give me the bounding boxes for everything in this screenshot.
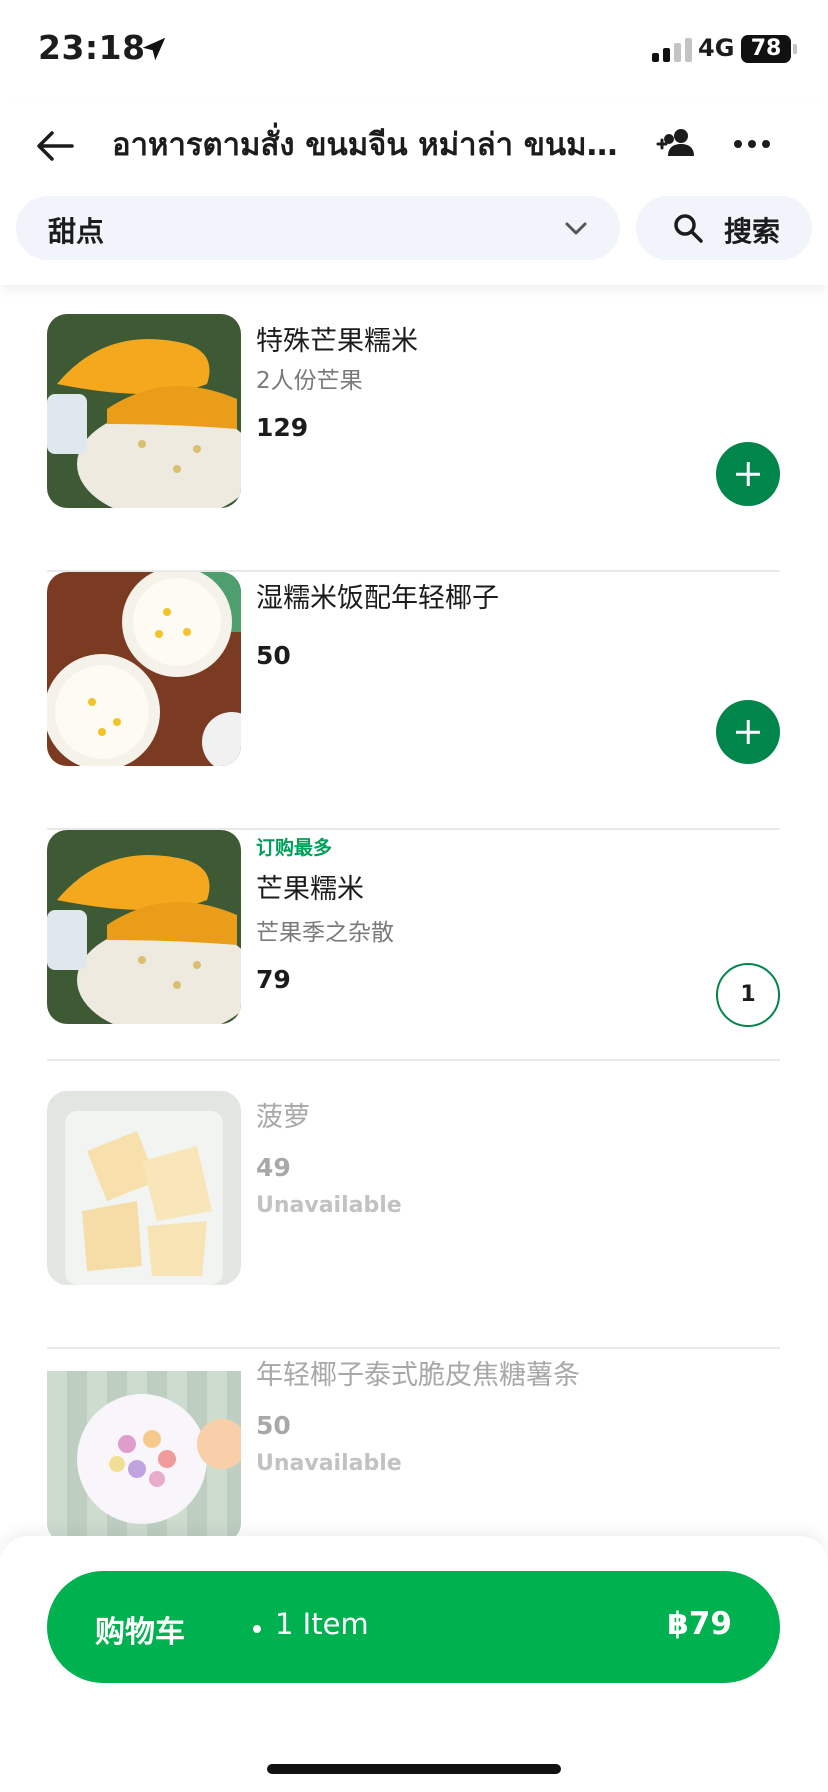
menu-item[interactable]: 特殊芒果糯米 2人份芒果 129: [47, 314, 780, 572]
coconut-milk-dessert-image: [47, 1349, 241, 1543]
menu-item[interactable]: 订购最多 芒果糯米 芒果季之杂散 79 1: [47, 830, 780, 1061]
item-name: 芒果糯米: [256, 874, 364, 905]
unavailable-label: Unavailable: [256, 1193, 402, 1218]
item-name: 湿糯米饭配年轻椰子: [256, 583, 499, 614]
item-price: 129: [256, 413, 309, 442]
signal-icon: [652, 36, 692, 62]
battery-icon: 78: [741, 35, 791, 63]
status-bar: 23:18 4G 78: [0, 0, 828, 100]
item-price: 79: [256, 965, 291, 994]
group-order-icon[interactable]: [655, 122, 699, 166]
status-time: 23:18: [38, 28, 146, 67]
cart-item-count: 1 Item: [275, 1607, 369, 1641]
category-label: 甜点: [48, 215, 105, 248]
home-indicator: [267, 1764, 561, 1774]
search-button[interactable]: 搜索: [636, 196, 812, 260]
coconut-sticky-rice-image: [47, 572, 241, 766]
store-header: อาหารตามสั่ง ขนมจีน หม่าล่า ขนมหวาน 甜点 搜…: [0, 100, 828, 285]
view-cart-button[interactable]: 购物车 1 Item ฿79: [47, 1571, 780, 1683]
most-ordered-badge: 订购最多: [256, 837, 333, 859]
item-price: 49: [256, 1153, 291, 1182]
search-icon: [674, 214, 703, 243]
item-description: 2人份芒果: [256, 368, 363, 394]
cart-total: ฿79: [667, 1606, 732, 1642]
mango-sticky-rice-image: [47, 830, 241, 1024]
menu-item[interactable]: 湿糯米饭配年轻椰子 50: [47, 572, 780, 830]
unavailable-label: Unavailable: [256, 1451, 402, 1476]
mango-sticky-rice-image: [47, 314, 241, 508]
quantity-button[interactable]: 1: [716, 963, 780, 1027]
menu-item: 菠萝 49 Unavailable: [47, 1091, 780, 1349]
store-title: อาหารตามสั่ง ขนมจีน หม่าล่า ขนมหวาน: [112, 127, 632, 163]
search-label: 搜索: [724, 215, 781, 248]
add-item-button[interactable]: [716, 700, 780, 764]
back-arrow-icon[interactable]: [30, 120, 82, 172]
item-name: 特殊芒果糯米: [256, 326, 418, 357]
item-price: 50: [256, 1411, 291, 1440]
cart-panel: 购物车 1 Item ฿79: [0, 1536, 828, 1792]
location-arrow-icon: [142, 37, 166, 61]
chevron-down-icon: [565, 222, 587, 235]
cart-label: 购物车: [95, 1615, 185, 1650]
battery-cap: [793, 44, 797, 54]
add-item-button[interactable]: [716, 442, 780, 506]
item-price: 50: [256, 641, 291, 670]
item-description: 芒果季之杂散: [256, 920, 394, 946]
item-name: 菠萝: [256, 1102, 310, 1133]
separator-dot: [253, 1625, 261, 1633]
item-name: 年轻椰子泰式脆皮焦糖薯条: [256, 1360, 580, 1391]
more-icon[interactable]: [728, 122, 776, 166]
category-dropdown[interactable]: 甜点: [16, 196, 620, 260]
network-label: 4G: [698, 34, 735, 62]
pineapple-cup-image: [47, 1091, 241, 1285]
